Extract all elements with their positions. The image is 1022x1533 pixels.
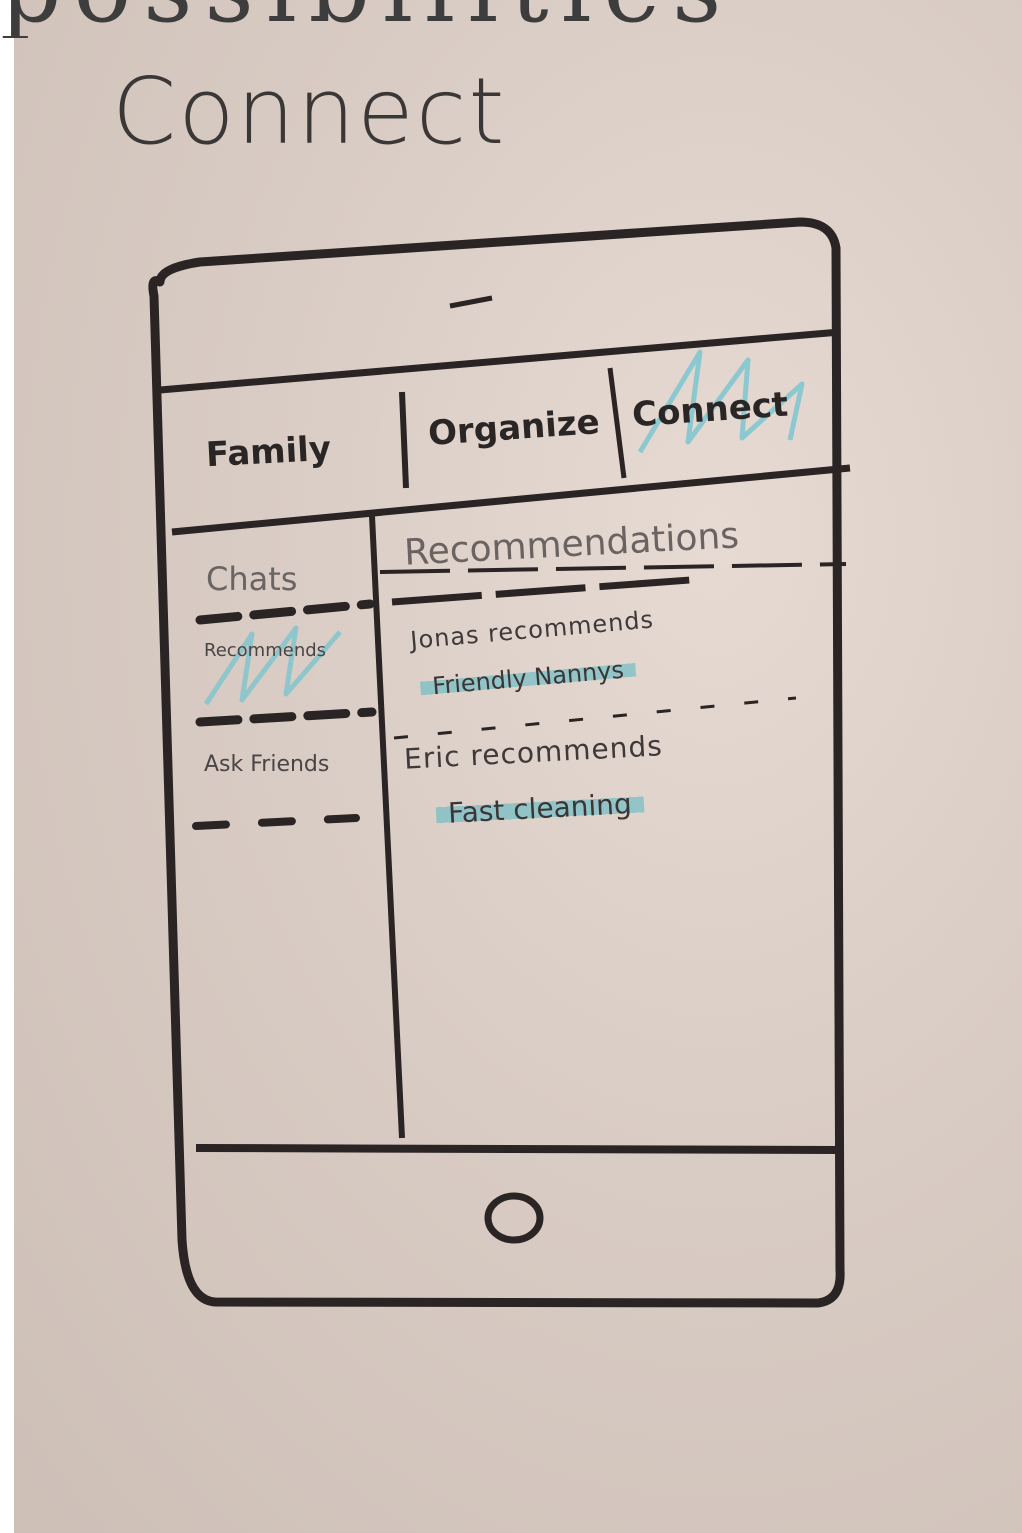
bottom-bar-divider bbox=[195, 1144, 839, 1154]
sidebar-separator-3 bbox=[192, 814, 360, 830]
speaker-mark bbox=[449, 295, 493, 309]
sidebar-item-chats[interactable]: Chats bbox=[206, 560, 297, 598]
tab-family[interactable]: Family bbox=[205, 429, 332, 475]
tab-bar-divider bbox=[171, 464, 851, 536]
sidebar-separator-2 bbox=[195, 707, 377, 727]
sidebar-item-recommends[interactable]: Recommends bbox=[204, 640, 326, 661]
sidebar-separator-1 bbox=[195, 599, 375, 625]
recommendation-separator bbox=[391, 576, 691, 606]
top-bar-divider bbox=[159, 328, 841, 394]
sidebar-divider bbox=[369, 515, 405, 1139]
sidebar-item-ask-friends[interactable]: Ask Friends bbox=[204, 752, 329, 777]
tab-separator-2 bbox=[607, 367, 627, 479]
home-button-icon bbox=[484, 1192, 544, 1244]
tab-separator-1 bbox=[399, 391, 409, 489]
